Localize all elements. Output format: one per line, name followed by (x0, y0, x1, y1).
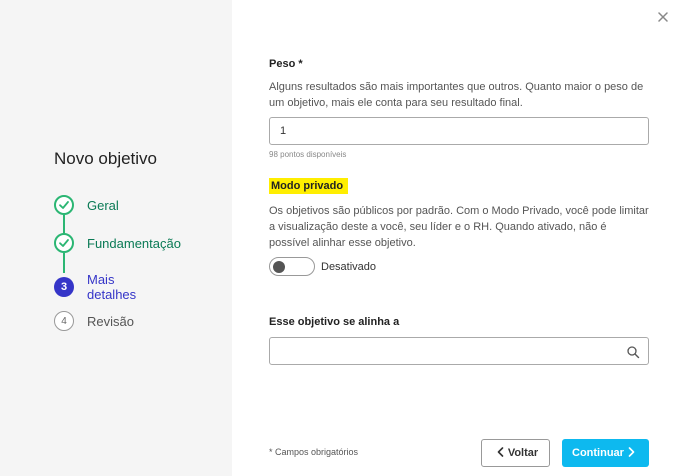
step-label: Revisão (87, 313, 134, 329)
weight-input[interactable]: 1 (269, 117, 649, 145)
step-label: Geral (87, 197, 119, 213)
step-geral[interactable]: Geral (54, 195, 119, 215)
wizard-title: Novo objetivo (54, 149, 158, 168)
chevron-right-icon (628, 446, 635, 460)
close-icon[interactable] (658, 9, 668, 27)
weight-hint: 98 pontos disponíveis (269, 150, 347, 159)
alignment-label: Esse objetivo se alinha a (269, 316, 400, 328)
required-fields-note: * Campos obrigatórios (269, 447, 359, 457)
weight-label: Peso * (269, 58, 303, 70)
check-icon (54, 195, 74, 215)
step-revisao[interactable]: 4 Revisão (54, 311, 134, 331)
check-icon (54, 233, 74, 253)
step-connector (63, 253, 65, 273)
continue-button-label: Continuar (572, 447, 624, 459)
weight-description: Alguns resultados são mais importantes q… (269, 81, 644, 109)
private-mode-toggle-row: Desativado (269, 257, 376, 276)
step-number: 3 (54, 277, 74, 297)
step-fundamentacao[interactable]: Fundamentação (54, 233, 181, 253)
private-mode-label: Modo privado (269, 178, 349, 194)
continue-button[interactable]: Continuar (562, 439, 649, 467)
step-mais-detalhes[interactable]: 3 Mais detalhes (54, 272, 136, 302)
step-label: Mais detalhes (87, 272, 137, 302)
back-button[interactable]: Voltar (481, 439, 550, 467)
step-label: Fundamentação (87, 235, 181, 251)
private-mode-toggle-text: Desativado (321, 260, 377, 273)
search-icon (626, 345, 640, 359)
private-mode-toggle[interactable] (269, 257, 315, 276)
private-mode-label-text: Modo privado (269, 178, 349, 194)
wizard-sidebar: Novo objetivo Geral Fundamentação 3 Mais… (0, 0, 232, 476)
step-number: 4 (54, 311, 74, 331)
toggle-knob (273, 261, 285, 273)
private-mode-description: Os objetivos são públicos por padrão. Co… (269, 205, 649, 249)
chevron-left-icon (497, 446, 504, 460)
weight-value: 1 (280, 125, 287, 137)
step-connector (63, 215, 65, 234)
alignment-search-input[interactable] (269, 337, 649, 365)
back-button-label: Voltar (507, 447, 539, 459)
